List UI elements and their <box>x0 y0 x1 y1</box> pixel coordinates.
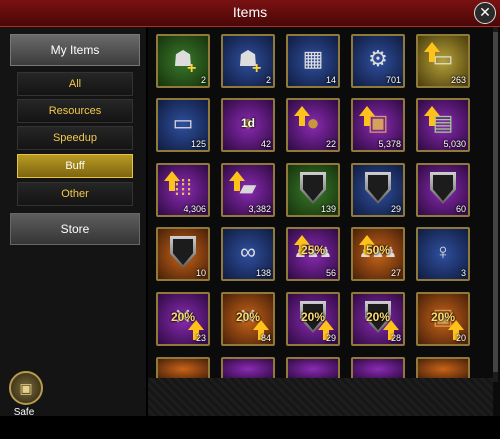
close-icon: ✕ <box>479 4 491 20</box>
my-items-button[interactable]: My Items <box>10 34 140 66</box>
title-bar: Items ✕ <box>0 0 500 27</box>
item-slot-barricade[interactable]: ▦ 14 <box>286 34 340 88</box>
item-count: 138 <box>255 268 271 278</box>
item-slot-shield-20[interactable]: 20% 29 <box>286 292 340 346</box>
arrow-up-icon <box>424 106 440 116</box>
item-count: 125 <box>190 139 206 149</box>
scrollbar-thumb[interactable] <box>493 32 498 372</box>
my-items-label: My Items <box>50 43 100 57</box>
item-slot-crate-arrow[interactable]: ▣ 5,378 <box>351 98 405 152</box>
safe-label: Safe <box>13 407 35 418</box>
category-buff[interactable]: Buff <box>17 154 133 178</box>
category-other[interactable]: Other <box>17 182 133 206</box>
item-count: 3,382 <box>248 204 271 214</box>
arrow-stem <box>364 116 370 126</box>
sidebar: My Items All Resources Speedup Buff Othe… <box>0 27 146 418</box>
item-badge-text: 20% <box>170 310 196 324</box>
item-count: 5,030 <box>443 139 466 149</box>
item-slot-crate-20[interactable]: ▣ 20% 20 <box>416 292 470 346</box>
item-grid: ☗ +2 ☗ +2 ▦ 14 ⚙ 701 ▭ 263 ▭ 125 ● 1d 42 ● 22 ▣ 5,378 ▤ 5,03… <box>148 27 500 416</box>
item-badge-text: 50% <box>365 243 391 257</box>
plus-icon: + <box>187 60 197 77</box>
item-badge-text: 20% <box>430 310 456 324</box>
item-count: 263 <box>450 75 466 85</box>
arrow-up-icon <box>294 106 310 116</box>
item-slot-motorcycle[interactable]: ⚙ 701 <box>351 34 405 88</box>
store-button[interactable]: Store <box>10 213 140 245</box>
item-count: 10 <box>195 268 206 278</box>
item-count: 5,378 <box>378 139 401 149</box>
category-resources[interactable]: Resources <box>17 99 133 123</box>
arrow-stem <box>169 181 175 191</box>
item-slot-ammo-arrow[interactable]: ⁞⁞⁞ 4,306 <box>156 163 210 217</box>
item-count: 60 <box>455 204 466 214</box>
item-badge-text: 20% <box>235 310 261 324</box>
item-slot-coin-arrow[interactable]: ● 22 <box>286 98 340 152</box>
item-slot-mafia-shield[interactable]: 10 <box>156 227 210 281</box>
item-slot-troops-25[interactable]: ♟♟♟ 25% 56 <box>286 227 340 281</box>
arrow-up-icon <box>424 42 440 52</box>
arrow-up-icon <box>229 171 245 181</box>
item-slot-coin-1d[interactable]: ● 1d 42 <box>221 98 275 152</box>
item-slot-woman-envelope[interactable]: ♀ 3 <box>416 227 470 281</box>
item-slot-mafia-shield[interactable]: 139 <box>286 163 340 217</box>
item-count: 2 <box>265 75 271 85</box>
category-all-label: All <box>68 78 82 90</box>
arrow-stem <box>299 116 305 126</box>
item-slot-rifles-20[interactable]: ✕ 20% 84 <box>221 292 275 346</box>
item-count: 29 <box>390 204 401 214</box>
arrow-stem <box>234 181 240 191</box>
item-count: 2 <box>200 75 206 85</box>
item-count: 20 <box>455 333 466 343</box>
category-resources-label: Resources <box>48 105 102 117</box>
item-count: 23 <box>195 333 206 343</box>
category-other-label: Other <box>61 188 89 200</box>
item-slot-map-arrow[interactable]: ▭ 263 <box>416 34 470 88</box>
item-slot-shield-20[interactable]: 20% 28 <box>351 292 405 346</box>
arrow-stem <box>429 116 435 126</box>
item-count: 84 <box>260 333 271 343</box>
item-slot-mafia-shield[interactable]: 29 <box>351 163 405 217</box>
category-buff-label: Buff <box>65 160 85 172</box>
arrow-up-icon <box>164 171 180 181</box>
item-count: 22 <box>325 139 336 149</box>
item-badge-text: 20% <box>300 310 326 324</box>
category-speedup[interactable]: Speedup <box>17 126 133 150</box>
item-count: 28 <box>390 333 401 343</box>
category-speedup-label: Speedup <box>52 132 98 144</box>
safe-icon: ▣ <box>9 371 43 405</box>
item-slot-troops-50[interactable]: ♟♟♟ 50% 27 <box>351 227 405 281</box>
item-slot-binoculars-no[interactable]: ∞ 138 <box>221 227 275 281</box>
item-badge-text: 25% <box>300 243 326 257</box>
item-slot-hooded-figure-plus[interactable]: ☗ +2 <box>221 34 275 88</box>
window-title: Items <box>232 4 268 20</box>
item-slot-ingots-arrow[interactable]: ▰ 3,382 <box>221 163 275 217</box>
item-slot-map-question[interactable]: ▭ 125 <box>156 98 210 152</box>
arrow-stem <box>429 52 435 62</box>
item-slot-mafia-shield[interactable]: 60 <box>416 163 470 217</box>
item-slot-rifles-20[interactable]: ✕ 20% 23 <box>156 292 210 346</box>
item-count: 3 <box>460 268 466 278</box>
item-badge-text: 20% <box>365 310 391 324</box>
item-count: 56 <box>325 268 336 278</box>
item-count: 42 <box>260 139 271 149</box>
item-slot-cash-arrow[interactable]: ▤ 5,030 <box>416 98 470 152</box>
item-count: 14 <box>325 75 336 85</box>
item-count: 139 <box>320 204 336 214</box>
item-count: 4,306 <box>183 204 206 214</box>
plus-icon: + <box>252 60 262 77</box>
item-count: 27 <box>390 268 401 278</box>
item-count: 29 <box>325 333 336 343</box>
arrow-up-icon <box>359 106 375 116</box>
item-slot-hooded-figure-plus[interactable]: ☗ +2 <box>156 34 210 88</box>
item-badge-text: 1d <box>240 116 255 130</box>
store-label: Store <box>60 222 90 236</box>
close-button[interactable]: ✕ <box>474 2 496 24</box>
grid-bottom-fade <box>148 378 493 416</box>
category-all[interactable]: All <box>17 72 133 96</box>
safe-button[interactable]: ▣ Safe <box>6 371 43 439</box>
item-count: 701 <box>385 75 401 85</box>
